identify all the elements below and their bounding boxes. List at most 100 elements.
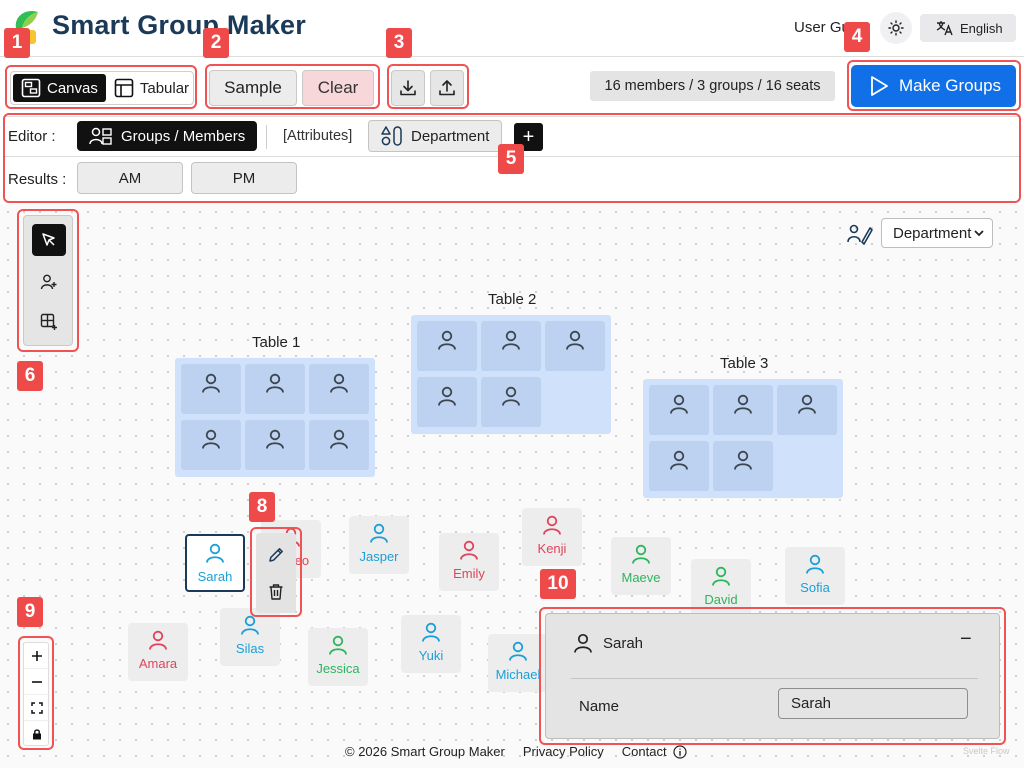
person-icon [264,372,286,394]
person-icon [668,393,690,415]
upload-icon [439,80,455,96]
detail-divider [571,678,978,679]
seat[interactable] [181,420,241,470]
member-name: David [704,592,738,607]
table-1[interactable] [175,358,375,477]
seat[interactable] [713,385,773,435]
seat[interactable] [245,420,305,470]
table-2[interactable] [411,315,611,434]
member-card[interactable]: David [691,559,751,617]
table-label: Table 1 [252,334,301,351]
clear-button[interactable]: Clear [302,70,374,106]
department-attribute-button[interactable]: Department [368,120,502,152]
fit-view-button[interactable] [24,695,50,721]
collapse-panel-button[interactable]: − [960,628,972,651]
department-attribute-label: Department [411,127,490,145]
zoom-in-button[interactable] [24,643,50,669]
table-3[interactable] [643,379,843,498]
member-name: Sarah [197,569,233,584]
person-icon [368,522,390,544]
select-tool[interactable] [32,224,66,256]
make-groups-button[interactable]: Make Groups [851,65,1016,107]
member-card[interactable]: Jessica [308,628,368,686]
plus-icon [32,650,42,661]
member-card[interactable]: Kenji [522,508,582,566]
view-toggle: Canvas Tabular [10,71,194,105]
seat[interactable] [649,441,709,491]
add-member-tool[interactable] [32,266,66,298]
edit-member-button[interactable] [264,543,288,567]
result-pm-button[interactable]: PM [191,162,297,194]
seat[interactable] [649,385,709,435]
member-name: Michael [495,667,541,682]
member-name: Jessica [316,661,360,676]
member-card[interactable]: Emily [439,533,499,591]
table-label: Table 2 [488,291,537,308]
svelte-flow-attribution[interactable]: Svelte Flow [963,746,1010,756]
zoom-out-button[interactable] [24,669,50,695]
upload-button[interactable] [430,70,464,106]
member-detail-panel: Sarah − Name [545,613,1000,739]
editor-divider [266,125,267,149]
tab-canvas[interactable]: Canvas [13,74,106,102]
person-icon [668,449,690,471]
app-title: Smart Group Maker [52,10,306,40]
member-name: Maeve [621,570,661,585]
person-icon [458,539,480,561]
download-button[interactable] [391,70,425,106]
member-card[interactable]: Sofia [785,547,845,605]
seat[interactable] [309,420,369,470]
language-button[interactable]: English [920,14,1016,42]
person-icon [732,449,754,471]
callout-badge: 3 [386,28,412,58]
user-guide-link[interactable]: User Gu [794,19,850,36]
add-table-icon [40,313,57,330]
callout-badge: 4 [844,22,870,52]
sample-button[interactable]: Sample [209,70,297,106]
seat[interactable] [181,364,241,414]
result-am-button[interactable]: AM [77,162,183,194]
person-icon [710,565,732,587]
seat[interactable] [245,364,305,414]
person-icon [200,428,222,450]
person-icon [500,329,522,351]
delete-member-button[interactable] [264,580,288,604]
canvas-tool-panel [23,215,73,346]
member-card[interactable]: Maeve [611,537,671,595]
member-card[interactable]: Sarah [185,534,245,592]
member-name: Emily [453,566,485,581]
person-icon [500,385,522,407]
seat[interactable] [481,321,541,371]
seat[interactable] [417,377,477,427]
member-card[interactable]: Silas [220,608,280,666]
member-card[interactable]: Yuki [401,615,461,673]
seat[interactable] [713,441,773,491]
tab-tabular-label: Tabular [139,79,190,97]
seat[interactable] [417,321,477,371]
detail-member-name: Sarah [603,635,644,652]
seat[interactable] [545,321,605,371]
lock-button[interactable] [24,721,50,747]
groups-members-button[interactable]: Groups / Members [77,121,257,151]
name-field[interactable] [778,688,968,719]
seat[interactable] [777,385,837,435]
add-table-tool[interactable] [32,306,66,338]
person-icon [574,633,592,653]
member-card[interactable]: Michael [488,634,548,692]
seat[interactable] [481,377,541,427]
member-card[interactable]: Jasper [349,516,409,574]
person-icon [147,629,169,651]
callout-badge: 10 [540,569,576,599]
person-icon [564,329,586,351]
color-by-select[interactable]: Department [881,218,993,248]
privacy-policy-link[interactable]: Privacy Policy [523,744,604,759]
person-icon [732,393,754,415]
person-icon [804,553,826,575]
seat[interactable] [309,364,369,414]
contact-link[interactable]: Contact [622,744,687,759]
member-card[interactable]: Amara [128,623,188,681]
person-icon [204,542,226,564]
person-icon [630,543,652,565]
tab-tabular[interactable]: Tabular [106,74,197,102]
theme-toggle-button[interactable] [880,12,912,44]
